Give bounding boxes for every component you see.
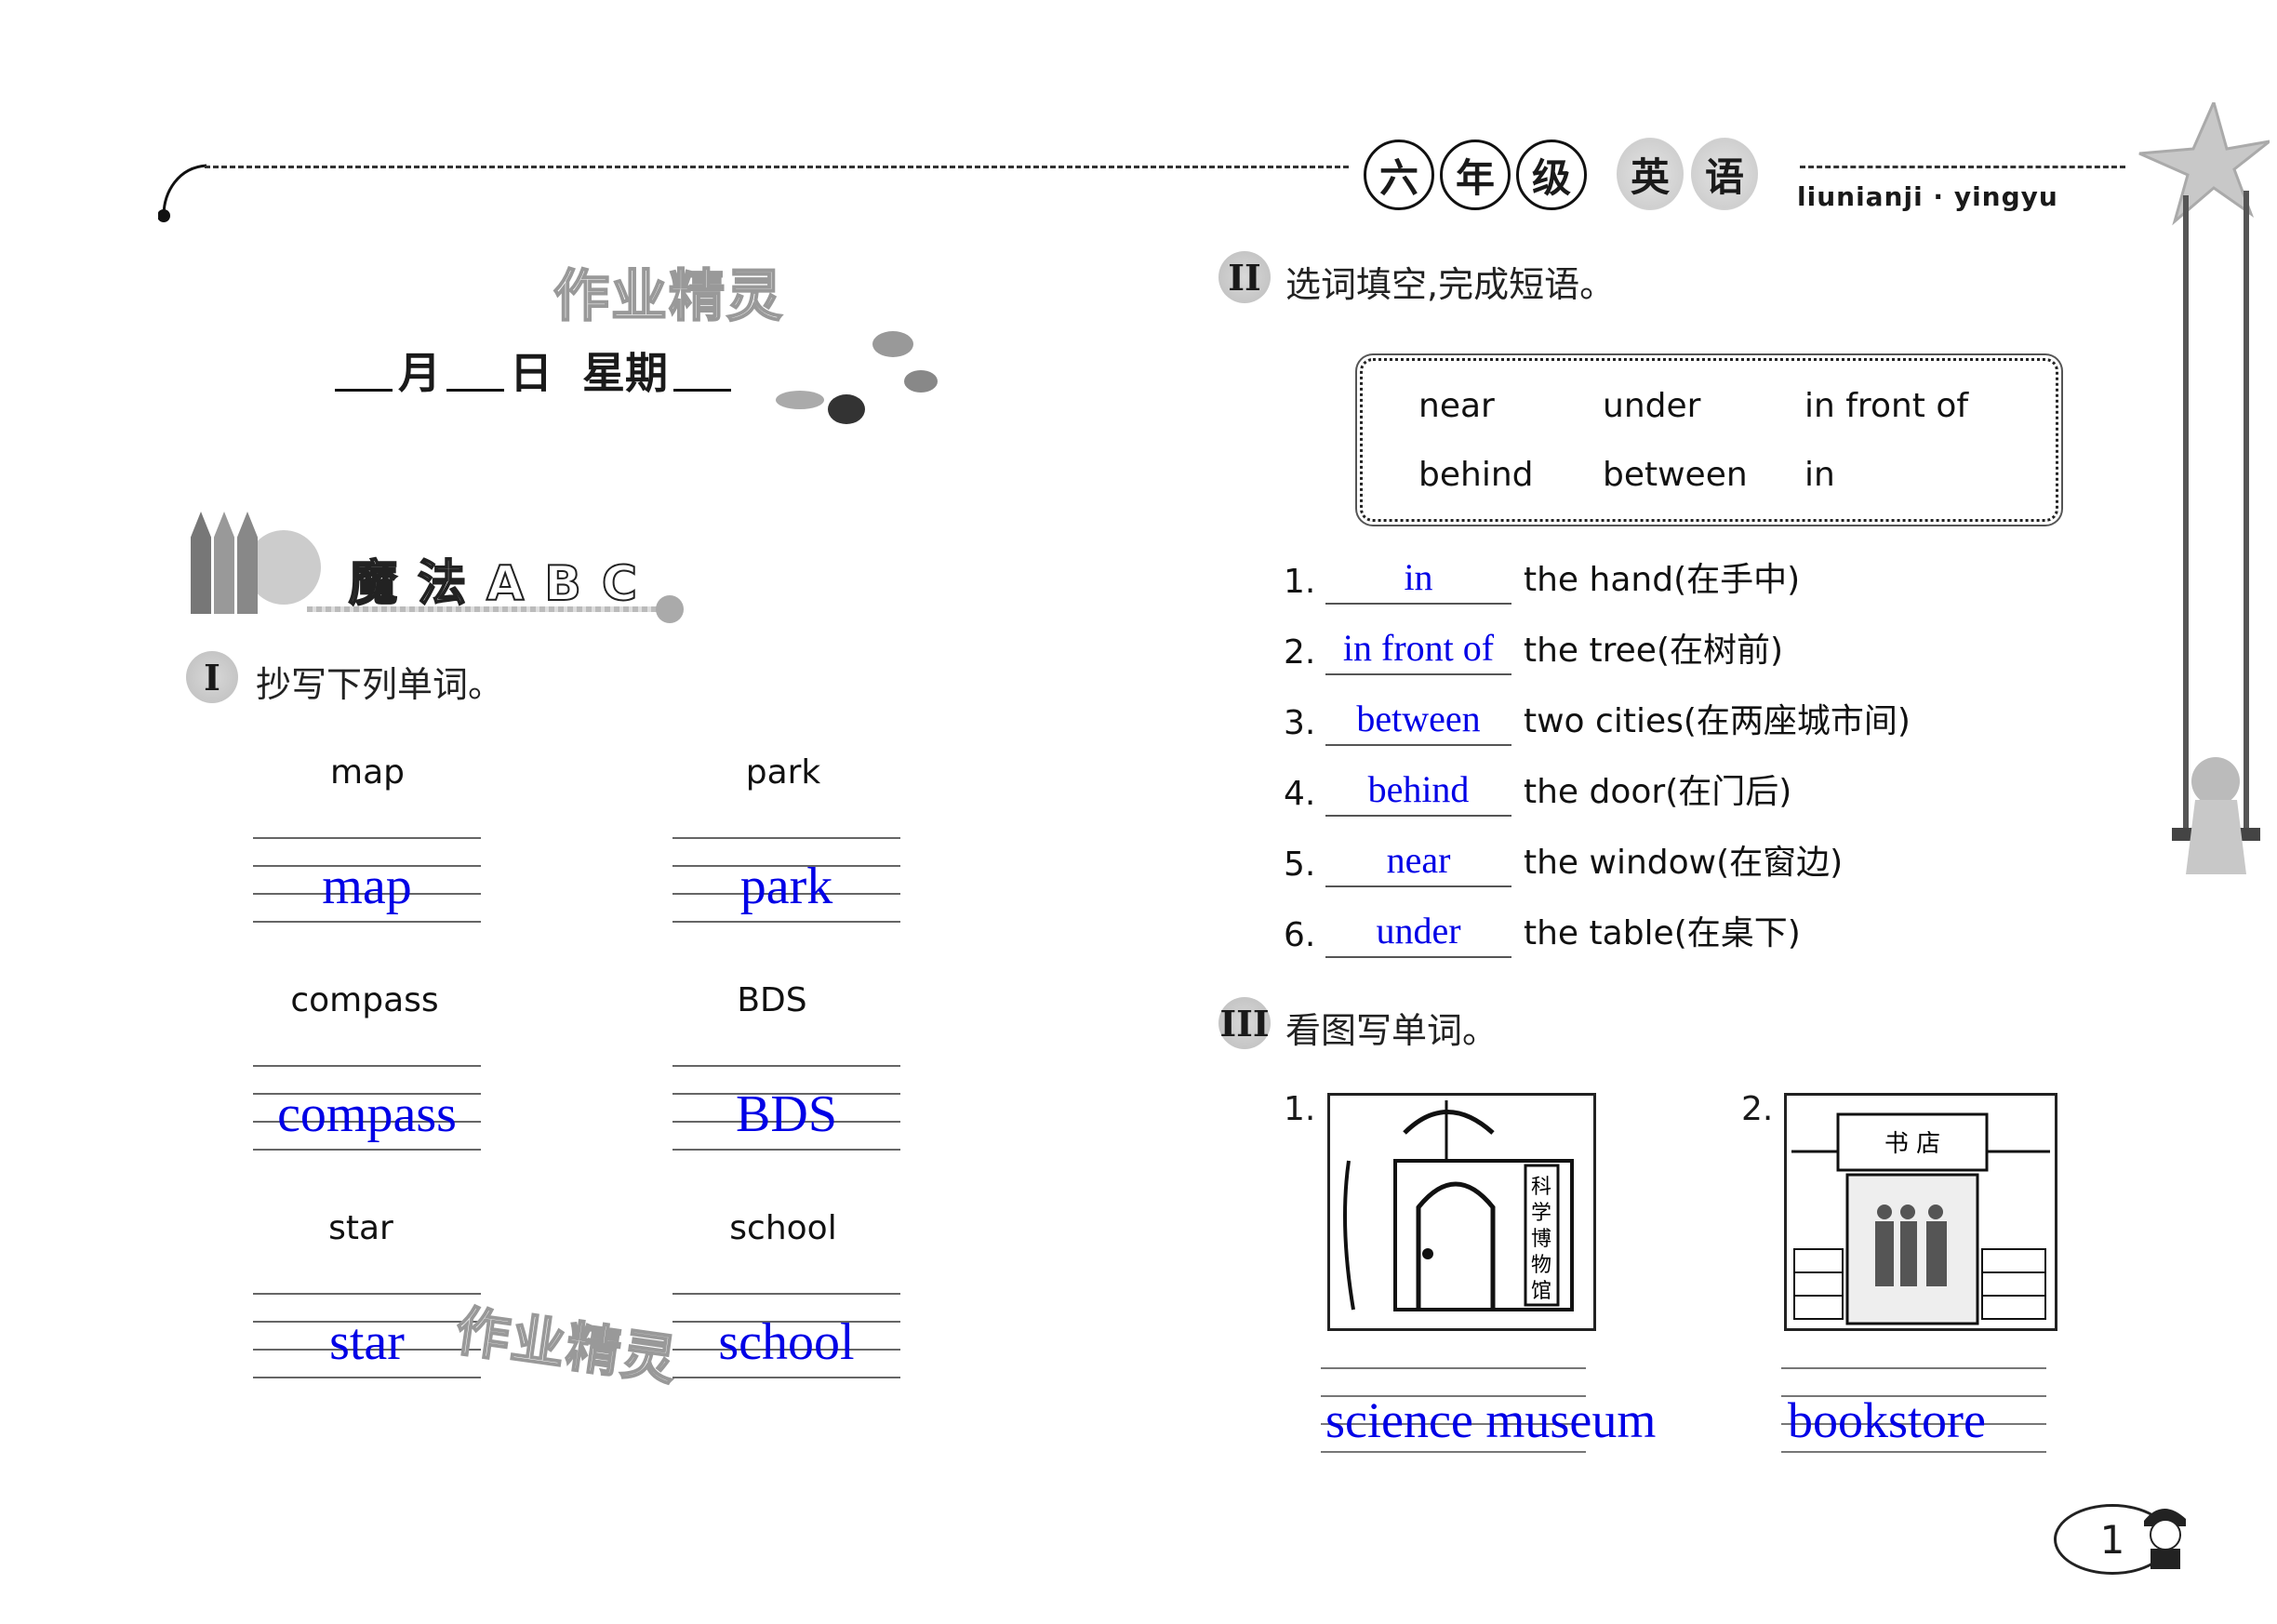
section-3-title: 看图写单词。 (1285, 1010, 1498, 1051)
weekday-blank[interactable] (673, 389, 731, 392)
svg-text:物: 物 (1531, 1254, 1551, 1277)
museum-building-icon: 科 学 博 物 馆 (1343, 1100, 1574, 1311)
date-line: 月 日 星期 (335, 339, 731, 401)
handwritten-answer: park (739, 858, 833, 915)
crayon-icon (191, 512, 211, 614)
weekday-label: 星期 (582, 348, 668, 398)
handwritten-answer: near (1386, 839, 1451, 881)
month-label: 月 (398, 348, 441, 398)
handwritten-answer: behind (1367, 768, 1470, 810)
banner-title: 魔法ABC (348, 555, 659, 613)
answer-blank[interactable] (1325, 744, 1511, 746)
word-bank-item: behind (1418, 456, 1534, 494)
word-bank-item: near (1418, 387, 1495, 425)
fill-item: 4. behind the door(在门后) (1284, 761, 2028, 817)
banner-underline (307, 606, 670, 612)
printed-word: compass (290, 981, 439, 1019)
handwritten-answer: science museum (1325, 1392, 1657, 1448)
item-number: 5. (1284, 845, 1316, 884)
crayon-icon (214, 512, 234, 614)
answer-blank[interactable] (1325, 956, 1511, 958)
header-dashed-line (205, 166, 1349, 168)
handwritten-answer: in front of (1342, 627, 1495, 669)
svg-text:科: 科 (1531, 1176, 1551, 1199)
handwritten-answer: in (1404, 556, 1433, 598)
grade-char: 年 (1440, 140, 1511, 210)
printed-word: star (328, 1209, 393, 1247)
fill-item: 5. near the window(在窗边) (1284, 832, 2028, 887)
svg-text:博: 博 (1531, 1228, 1551, 1251)
handwritten-answer: map (322, 858, 412, 915)
svg-text:学: 学 (1531, 1202, 1551, 1225)
fill-item: 6. under the table(在桌下) (1284, 902, 2028, 958)
handwritten-answer: bookstore (1788, 1392, 1986, 1448)
month-blank[interactable] (335, 389, 393, 392)
bookstore-picture: 书 店 (1784, 1093, 2057, 1331)
word-bank-item: under (1603, 387, 1701, 425)
word-bank: near under in front of behind between in (1360, 358, 2058, 522)
header-curve-decoration (158, 164, 207, 222)
item-number: 2. (1284, 633, 1316, 672)
phrase-text: the hand(在手中) (1524, 561, 1801, 599)
fill-item: 3. between two cities(在两座城市间) (1284, 690, 2028, 746)
handwritten-answer: compass (277, 1085, 457, 1143)
picture-number: 1. (1284, 1090, 1316, 1128)
svg-text:书 店: 书 店 (1884, 1130, 1940, 1158)
subject-char: 语 (1691, 138, 1758, 210)
section-2-title: 选词填空,完成短语。 (1285, 264, 1616, 305)
word-bank-item: in front of (1804, 387, 1969, 425)
butterflies-decoration (776, 331, 938, 424)
day-blank[interactable] (446, 389, 504, 392)
day-label: 日 (510, 348, 553, 398)
girl-mascot-icon (2144, 1508, 2186, 1569)
printed-word: school (729, 1209, 837, 1247)
banner-dot (656, 595, 684, 623)
star-swing-decoration (2138, 102, 2270, 874)
answer-blank[interactable] (1325, 673, 1511, 675)
phrase-text: the door(在门后) (1524, 773, 1792, 811)
star-icon (2138, 102, 2270, 226)
printed-word: park (745, 753, 821, 792)
header-dashed-line-right (1800, 166, 2125, 168)
picture-number: 2. (1741, 1090, 1774, 1128)
crayon-icon (237, 512, 258, 614)
answer-blank[interactable] (1325, 885, 1511, 887)
handwritten-answer: school (718, 1313, 855, 1371)
bookstore-building-icon: 书 店 (1791, 1112, 2050, 1325)
phrase-text: two cities(在两座城市间) (1524, 702, 1911, 740)
printed-word: map (330, 753, 405, 792)
handwritten-answer: under (1376, 910, 1461, 952)
phrase-text: the window(在窗边) (1524, 844, 1844, 882)
section-1-badge: I (186, 651, 238, 703)
svg-text:馆: 馆 (1531, 1280, 1551, 1303)
section-1-title: 抄写下列单词。 (256, 664, 504, 705)
item-number: 1. (1284, 563, 1316, 601)
grade-char: 六 (1364, 140, 1434, 210)
handwritten-answer: star (329, 1313, 405, 1371)
word-bank-item: between (1603, 456, 1748, 494)
section-2-badge: II (1218, 251, 1271, 303)
watermark: 作业精灵 (553, 263, 784, 330)
fill-item: 1. in the hand(在手中) (1284, 549, 2028, 605)
header-pinyin: liunianji · yingyu (1797, 181, 2058, 212)
fill-item: 2. in front of the tree(在树前) (1284, 619, 2028, 675)
answer-blank[interactable] (1325, 603, 1511, 605)
subject-char: 英 (1617, 138, 1684, 210)
answer-blank[interactable] (1325, 815, 1511, 817)
grade-char: 级 (1516, 140, 1587, 210)
item-number: 6. (1284, 916, 1316, 954)
watermark: 作业精灵 (451, 1298, 683, 1394)
printed-word: BDS (737, 981, 807, 1019)
banner-sun-icon (246, 530, 321, 605)
word-bank-item: in (1804, 456, 1835, 494)
science-museum-picture: 科 学 博 物 馆 (1327, 1093, 1596, 1331)
girl-icon (2191, 757, 2240, 805)
phrase-text: the table(在桌下) (1524, 914, 1801, 952)
phrase-text: the tree(在树前) (1524, 632, 1784, 670)
item-number: 4. (1284, 775, 1316, 813)
handwritten-answer: between (1356, 698, 1481, 739)
section-3-badge: III (1218, 997, 1271, 1049)
item-number: 3. (1284, 704, 1316, 742)
handwritten-answer: BDS (736, 1085, 837, 1143)
